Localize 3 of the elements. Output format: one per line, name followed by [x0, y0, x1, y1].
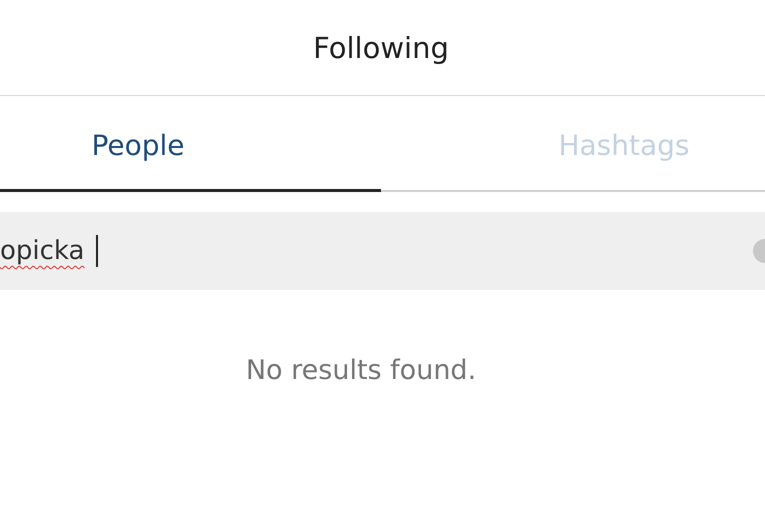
empty-message: No results found. [246, 355, 476, 386]
search-field[interactable]: opicka [0, 212, 765, 290]
page-title: Following [313, 30, 449, 64]
